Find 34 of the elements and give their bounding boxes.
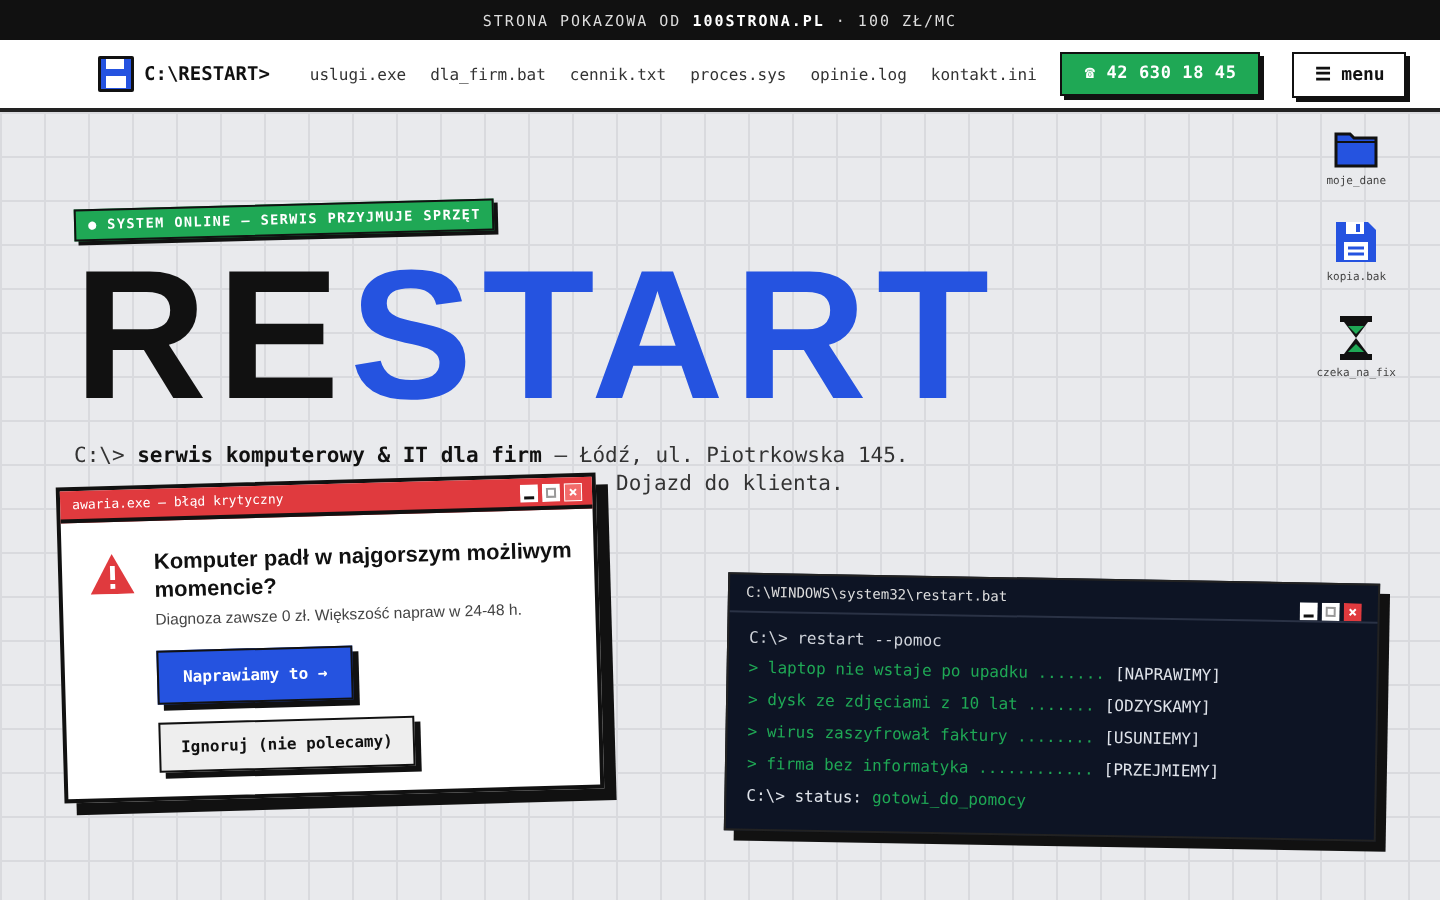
warning-icon bbox=[89, 553, 135, 595]
terminal-line: > wirus zaszyfrował faktury ........ bbox=[747, 722, 1095, 747]
nav-link[interactable]: proces.sys bbox=[690, 65, 787, 83]
terminal-result: [USUNIEMY] bbox=[1104, 728, 1201, 749]
floppy-icon[interactable] bbox=[1334, 220, 1379, 264]
intro-text: C:\> serwis komputerowy & IT dla firm — Łódź, ul. Piotrkowska 145. bbox=[74, 444, 911, 468]
logo-text[interactable]: C:\RESTART> bbox=[144, 63, 270, 85]
terminal-line: > laptop nie wstaje po upadku ....... bbox=[748, 658, 1106, 683]
close-icon[interactable] bbox=[1343, 602, 1362, 621]
minimize-icon[interactable] bbox=[1299, 601, 1318, 620]
secondary-button[interactable]: Ignoruj (nie polecamy) bbox=[158, 715, 416, 773]
title-text: RESTART bbox=[74, 256, 1000, 416]
nav-link[interactable]: dla_firm.bat bbox=[430, 65, 546, 83]
minimize-icon[interactable] bbox=[519, 483, 539, 502]
floppy-icon bbox=[98, 56, 134, 92]
terminal-command: C:\> restart --pomoc bbox=[749, 628, 944, 655]
hourglass-icon[interactable] bbox=[1340, 316, 1373, 360]
terminal-result: [ODZYSKAMY] bbox=[1104, 696, 1211, 717]
menu-button[interactable]: ☰ menu bbox=[1292, 51, 1407, 97]
nav-link[interactable]: kontakt.ini bbox=[930, 65, 1037, 83]
maximize-icon[interactable] bbox=[1321, 601, 1340, 620]
terminal-result: [PRZEJMIEMY] bbox=[1103, 760, 1220, 781]
nav-link[interactable]: opinie.log bbox=[810, 65, 907, 83]
terminal-prompt: C:\> status: bbox=[746, 786, 863, 807]
terminal-status: gotowi_do_pomocy bbox=[871, 788, 1027, 810]
terminal-line: > dysk ze zdjęciami z 10 lat ....... bbox=[747, 690, 1095, 715]
nav-link[interactable]: uslugi.exe bbox=[309, 65, 407, 83]
nav-link[interactable]: cennik.txt bbox=[569, 65, 667, 83]
terminal-line: > firma bez informatyka ............ bbox=[746, 754, 1094, 779]
folder-icon[interactable] bbox=[1334, 132, 1379, 168]
intro-text: Dojazd do klienta. bbox=[616, 472, 844, 496]
terminal-result: [NAPRAWIMY] bbox=[1114, 665, 1222, 685]
dialog-heading: Komputer padł w najgorszym możliwym momencie? bbox=[153, 537, 575, 603]
primary-button[interactable]: Naprawiamy to → bbox=[156, 645, 355, 705]
